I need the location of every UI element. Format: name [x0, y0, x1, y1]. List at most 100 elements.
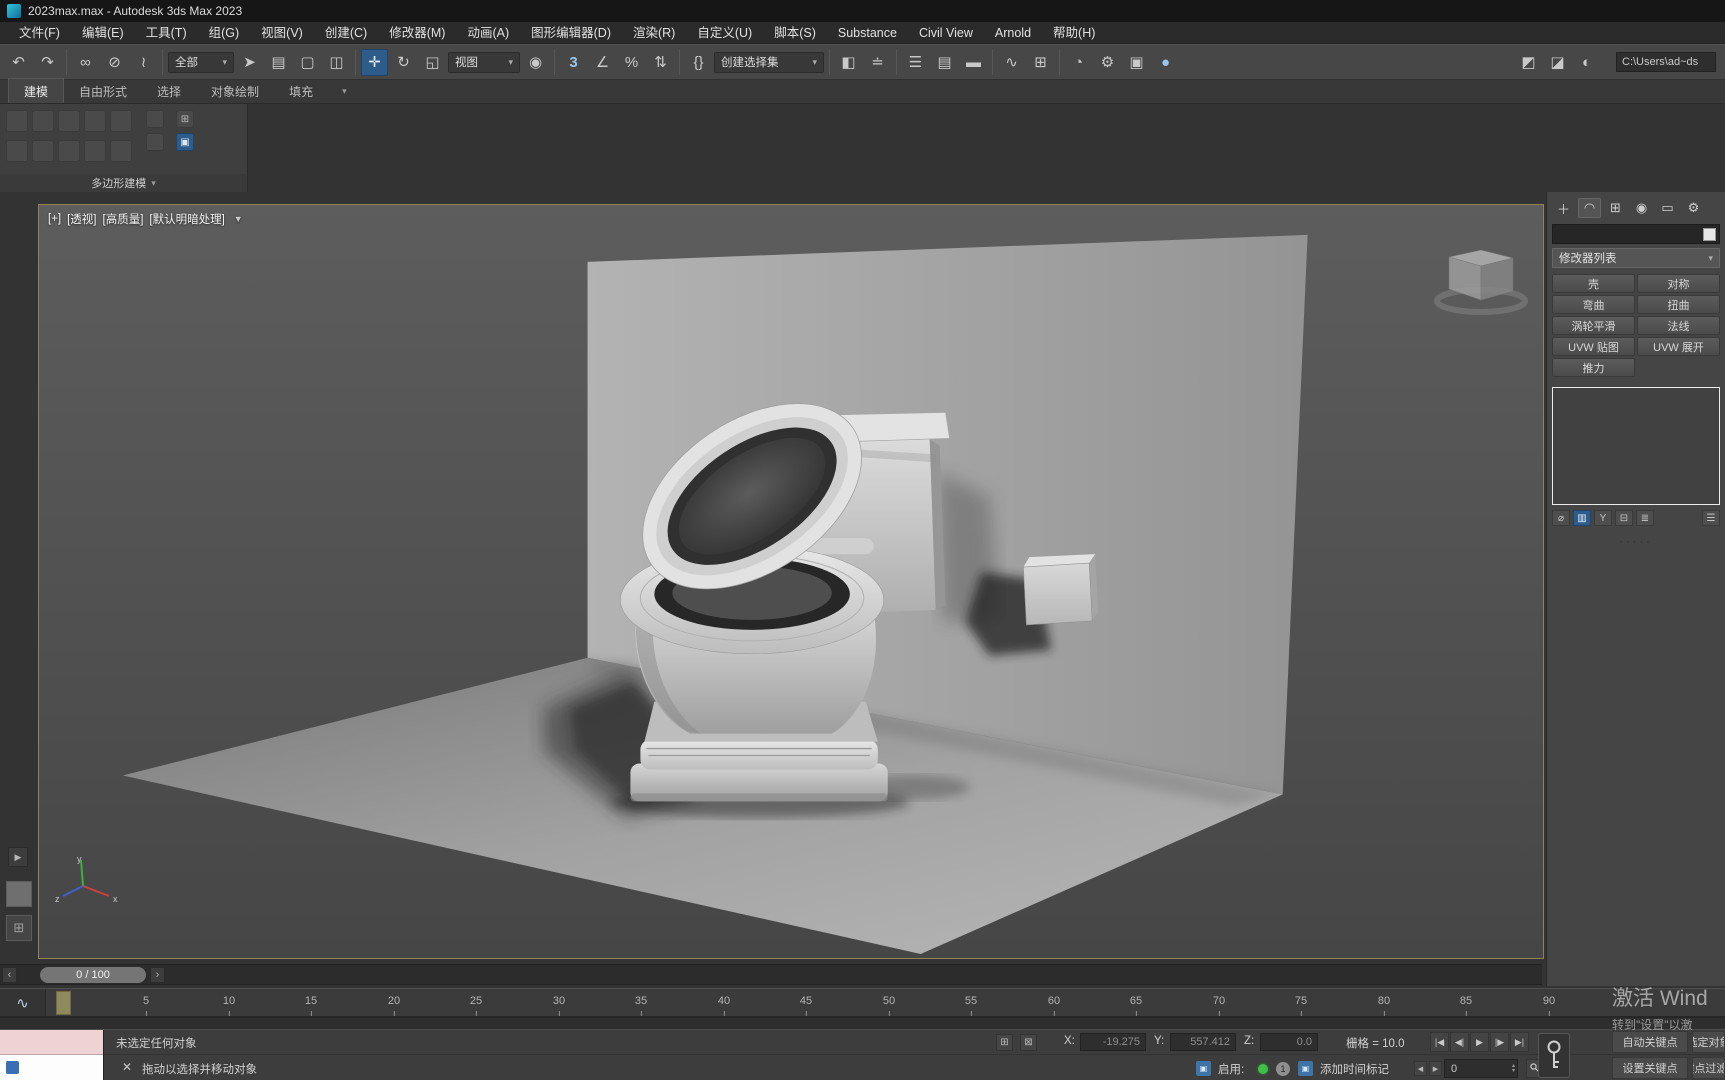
x-coordinate-field[interactable]: -19.275 [1080, 1033, 1146, 1051]
tweak-icon[interactable] [58, 140, 80, 162]
menu-scripting[interactable]: 脚本(S) [763, 22, 827, 44]
viewport-quality-menu[interactable]: [高质量] [103, 211, 144, 227]
viewport-general-menu[interactable]: [+] [48, 213, 61, 225]
time-slider-track[interactable]: ‹ 0 / 100 › [0, 964, 1542, 985]
ribbon-toggle-icon[interactable]: ▬ [960, 49, 987, 76]
z-coordinate-field[interactable]: 0.0 [1260, 1033, 1318, 1051]
create-tab-icon[interactable]: ＋ [1552, 198, 1575, 218]
ribbon-tab-freeform[interactable]: 自由形式 [64, 79, 142, 103]
motion-tab-icon[interactable]: ◉ [1630, 198, 1653, 218]
align-icon[interactable]: ≐ [864, 49, 891, 76]
edit-named-selections-icon[interactable]: {} [685, 49, 712, 76]
menu-views[interactable]: 视图(V) [250, 22, 314, 44]
auto-key-button[interactable]: 自动关键点 [1612, 1031, 1688, 1053]
render-production-icon[interactable]: ● [1152, 49, 1179, 76]
viewcube[interactable] [1431, 239, 1531, 329]
percent-snap-icon[interactable]: % [618, 49, 645, 76]
add-time-tag[interactable]: 添加时间标记 [1320, 1061, 1389, 1077]
use-pivot-center-icon[interactable]: ◉ [522, 49, 549, 76]
bind-spacewarp-icon[interactable]: ≀ [130, 49, 157, 76]
selection-lock-icon[interactable]: ⊠ [1020, 1034, 1037, 1051]
ribbon-config-icon[interactable]: ▾ [342, 86, 347, 103]
convert-to-poly-icon[interactable] [146, 133, 164, 151]
next-frame-arrow-icon[interactable]: › [150, 967, 165, 983]
menu-file[interactable]: 文件(F) [8, 22, 71, 44]
menu-tools[interactable]: 工具(T) [135, 22, 198, 44]
modify-tab-icon[interactable]: ◠ [1578, 198, 1601, 218]
utilities-tab-icon[interactable]: ⚙ [1682, 198, 1705, 218]
select-object-icon[interactable]: ➤ [236, 49, 263, 76]
absolute-offset-toggle-icon[interactable]: ⊞ [996, 1034, 1013, 1051]
unlink-selection-icon[interactable]: ⊘ [101, 49, 128, 76]
frame-back-icon[interactable]: ◀ [1414, 1061, 1427, 1076]
frame-forward-icon[interactable]: ▶ [1429, 1061, 1442, 1076]
curve-editor-icon[interactable]: ∿ [998, 49, 1025, 76]
vertex-mode-icon[interactable] [6, 110, 28, 132]
modifier-shell-button[interactable]: 壳 [1552, 274, 1635, 293]
ribbon-tab-object-paint[interactable]: 对象绘制 [196, 79, 274, 103]
menu-rendering[interactable]: 渲染(R) [622, 22, 686, 44]
viewport-filter-icon[interactable]: ▼ [234, 214, 243, 224]
current-frame-spinner[interactable]: 0 ▴ ▾ [1444, 1059, 1518, 1078]
collapse-stack-icon[interactable] [146, 110, 164, 128]
current-frame-marker[interactable] [56, 991, 71, 1015]
schematic-view-icon[interactable]: ⊞ [1027, 49, 1054, 76]
close-icon[interactable]: ✕ [122, 1060, 132, 1074]
project-path-field[interactable]: C:\Users\ad~ds [1616, 52, 1716, 72]
menu-edit[interactable]: 编辑(E) [71, 22, 135, 44]
render-iterative-icon[interactable]: ◐ [1573, 49, 1600, 76]
play-icon[interactable]: ▶ [1470, 1032, 1489, 1052]
preserve-uvs-icon[interactable] [32, 140, 54, 162]
panel-resize-handle[interactable]: ····· [1550, 536, 1722, 548]
mini-curve-editor-button[interactable]: ∿ [0, 989, 46, 1016]
rendered-frame-window-icon[interactable]: ▣ [1123, 49, 1150, 76]
ribbon-tab-modeling[interactable]: 建模 [8, 78, 65, 103]
pin-stack-icon[interactable]: ⌀ [1552, 510, 1570, 526]
viewport-shading-menu[interactable]: [默认明暗处理] [149, 211, 224, 227]
viewport-layout-tab-grid[interactable]: ⊞ [6, 915, 32, 941]
viewport-pov-menu[interactable]: [透视] [67, 211, 96, 227]
angle-snap-icon[interactable]: ∠ [589, 49, 616, 76]
mirror-icon[interactable]: ◧ [835, 49, 862, 76]
ribbon-tab-selection[interactable]: 选择 [142, 79, 196, 103]
menu-help[interactable]: 帮助(H) [1042, 22, 1106, 44]
modifier-toggle-icon[interactable]: ⊞ [176, 110, 194, 128]
select-link-icon[interactable]: ∞ [72, 49, 99, 76]
configure-modifier-sets-icon[interactable]: ≣ [1636, 510, 1654, 526]
menu-graph-editors[interactable]: 图形编辑器(D) [520, 22, 622, 44]
layer-explorer-icon[interactable]: ▤ [931, 49, 958, 76]
element-mode-icon[interactable] [110, 110, 132, 132]
menu-civil-view[interactable]: Civil View [908, 22, 984, 44]
hierarchy-tab-icon[interactable]: ⊞ [1604, 198, 1627, 218]
undo-icon[interactable]: ↶ [5, 49, 32, 76]
modifier-push-button[interactable]: 推力 [1552, 358, 1635, 377]
previous-frame-icon[interactable]: ◀| [1450, 1032, 1469, 1052]
macro-recorder-pane[interactable] [0, 1030, 103, 1055]
menu-modifiers[interactable]: 修改器(M) [378, 22, 456, 44]
modifier-bend-button[interactable]: 弯曲 [1552, 295, 1635, 314]
redo-icon[interactable]: ↷ [34, 49, 61, 76]
modifier-turbosmooth-button[interactable]: 涡轮平滑 [1552, 316, 1635, 335]
menu-create[interactable]: 创建(C) [314, 22, 378, 44]
go-to-end-icon[interactable]: ▶| [1510, 1032, 1529, 1052]
modifier-stack-list[interactable] [1552, 387, 1720, 505]
select-rotate-icon[interactable]: ↻ [390, 49, 417, 76]
modifier-unwrap-uvw-button[interactable]: UVW 展开 [1637, 337, 1720, 356]
polygon-mode-icon[interactable] [84, 110, 106, 132]
menu-substance[interactable]: Substance [827, 22, 908, 44]
material-editor-icon[interactable]: ◔ [1065, 49, 1092, 76]
time-tag-icon[interactable]: ▣ [1298, 1061, 1313, 1076]
y-coordinate-field[interactable]: 557.412 [1170, 1033, 1236, 1051]
modifier-normal-button[interactable]: 法线 [1637, 316, 1720, 335]
make-unique-icon[interactable]: Y [1594, 510, 1612, 526]
soft-selection-icon[interactable] [110, 140, 132, 162]
pivot-tool-icon[interactable] [6, 140, 28, 162]
adaptive-degradation-icon[interactable]: ▣ [1196, 1061, 1211, 1076]
spinner-down-icon[interactable]: ▾ [1512, 1068, 1515, 1074]
set-keys-big-button[interactable] [1538, 1033, 1570, 1078]
modifier-symmetry-button[interactable]: 对称 [1637, 274, 1720, 293]
ribbon-panel-label[interactable]: 多边形建模 ▾ [0, 174, 247, 192]
menu-arnold[interactable]: Arnold [984, 22, 1042, 44]
viewport-tabs-arrow-icon[interactable]: ▶ [8, 847, 28, 867]
display-filter-icon[interactable]: ◪ [1544, 49, 1571, 76]
